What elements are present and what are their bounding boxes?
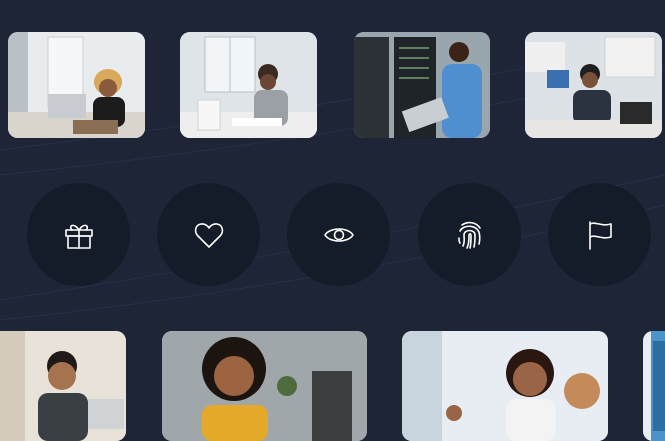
fingerprint-icon xyxy=(457,221,481,249)
photo-image xyxy=(525,32,662,138)
gift-button[interactable] xyxy=(27,183,130,286)
photo-image xyxy=(402,331,608,441)
flag-icon xyxy=(588,220,612,250)
photo-image xyxy=(354,32,490,138)
photo-smiling-woman-in-meeting[interactable] xyxy=(402,331,608,441)
flag-button[interactable] xyxy=(548,183,651,286)
fingerprint-button[interactable] xyxy=(418,183,521,286)
photo-image xyxy=(8,32,145,138)
photo-partial[interactable] xyxy=(643,331,665,441)
eye-icon xyxy=(323,227,354,242)
photo-man-writing-at-desk[interactable] xyxy=(525,32,662,138)
photo-smiling-woman-with-glasses[interactable] xyxy=(162,331,367,441)
photo-man-with-glasses[interactable] xyxy=(0,331,126,441)
photo-image xyxy=(162,331,367,441)
photo-woman-on-phone[interactable] xyxy=(8,32,145,138)
gift-icon xyxy=(64,224,93,249)
photo-man-in-server-room[interactable] xyxy=(354,32,490,138)
heart-button[interactable] xyxy=(157,183,260,286)
eye-button[interactable] xyxy=(287,183,390,286)
photo-woman-reviewing-papers[interactable] xyxy=(180,32,317,138)
photo-image xyxy=(180,32,317,138)
photo-image xyxy=(643,331,665,441)
heart-icon xyxy=(194,222,223,248)
photo-image xyxy=(0,331,126,441)
